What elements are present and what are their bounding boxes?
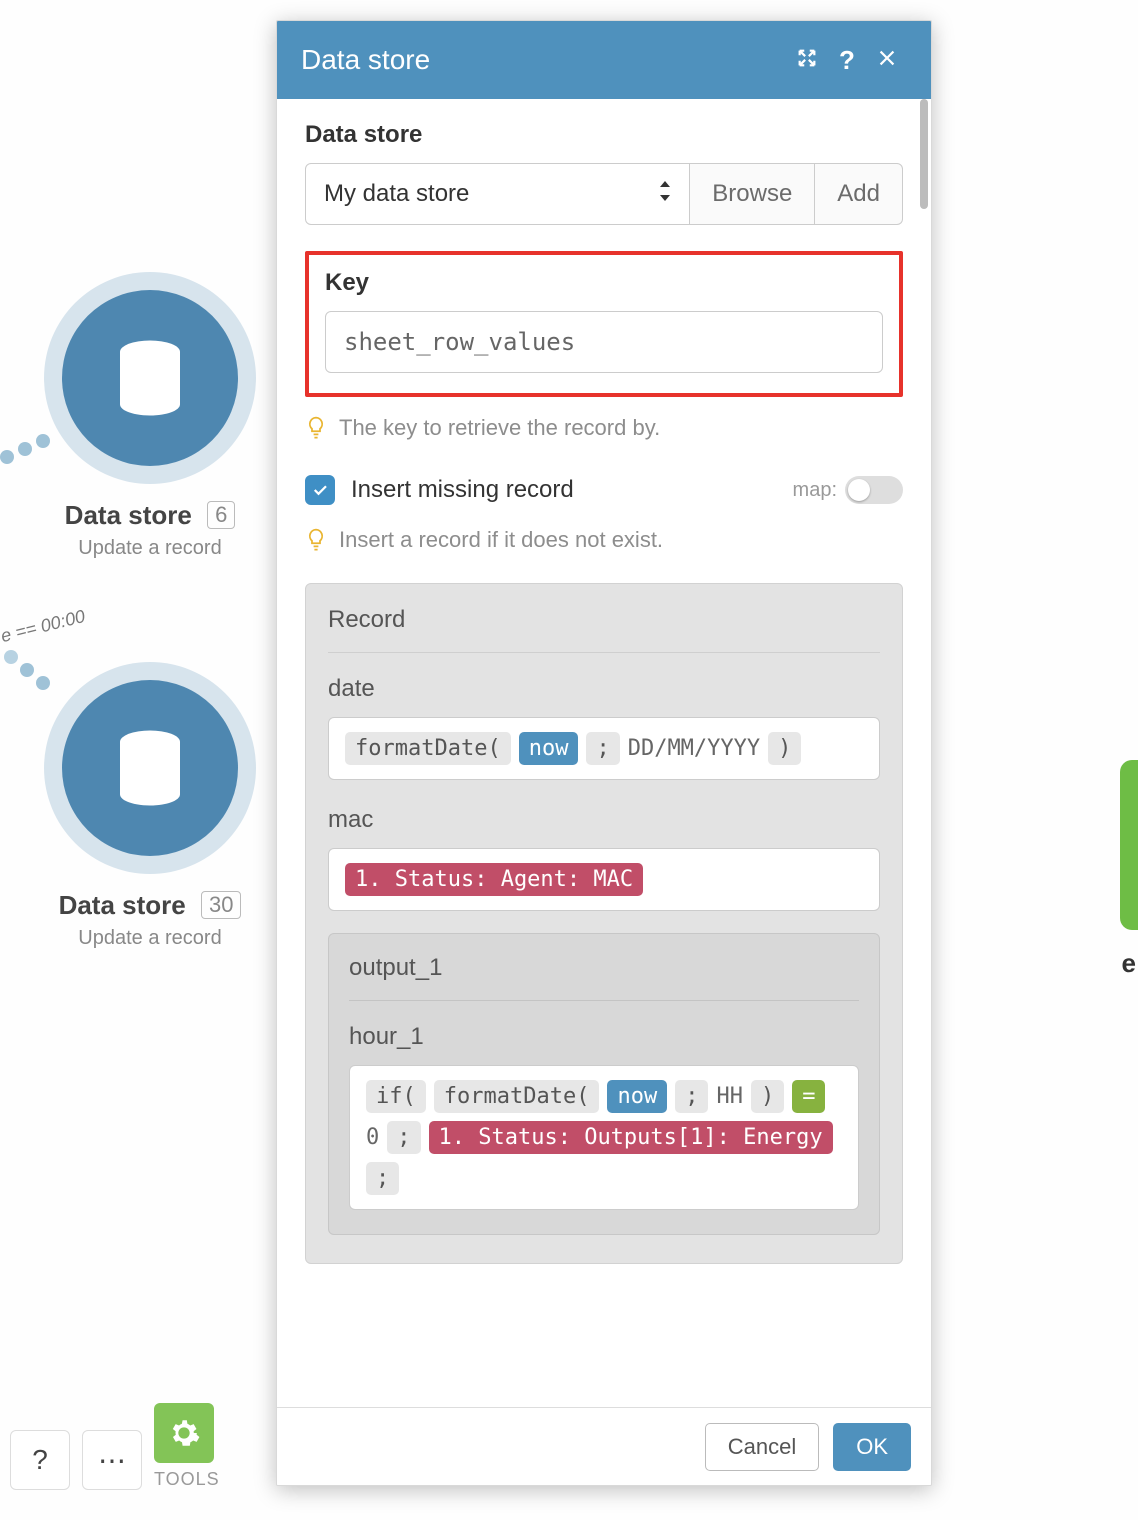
question-icon: ? [32,1444,48,1476]
gear-icon [167,1416,201,1450]
node-data-store-6[interactable]: Data store 6 Update a record [50,290,250,560]
token-fn: ) [768,732,801,765]
bottom-toolbar: ? ⋯ TOOLS [10,1403,220,1490]
check-icon [311,481,329,499]
question-icon: ? [839,45,855,75]
token-sep: ; [366,1162,399,1195]
expand-button[interactable] [787,45,827,76]
node-icon [62,680,238,856]
token-text: DD/MM/YYYY [628,736,760,761]
key-section: Key sheet_row_values [305,251,903,397]
dialog-body: Data store My data store Browse Add Key … [277,99,931,1407]
token-fn: formatDate( [434,1080,600,1113]
help-button[interactable]: ? [10,1430,70,1490]
node-title-text: Data store [59,890,186,920]
data-store-select[interactable]: My data store [305,163,690,225]
mac-label: mac [328,806,880,834]
ok-button[interactable]: OK [833,1423,911,1471]
token-keyword: now [519,732,579,765]
token-sep: ; [675,1080,708,1113]
key-input-value: sheet_row_values [344,328,575,356]
key-hint: The key to retrieve the record by. [305,415,903,441]
data-store-value: My data store [324,180,469,208]
dialog-header: Data store ? [277,21,931,99]
output1-title: output_1 [349,954,859,1001]
node-title-text: Data store [65,500,192,530]
output1-block: output_1 hour_1 if( formatDate( now ; HH… [328,933,880,1235]
close-button[interactable] [867,45,907,76]
map-label: map: [793,479,837,502]
ellipsis-icon: ⋯ [98,1444,126,1477]
node-data-store-30[interactable]: Data store 30 Update a record [50,680,250,950]
date-expression-input[interactable]: formatDate( now ; DD/MM/YYYY ) [328,717,880,780]
tools-label: TOOLS [154,1469,220,1490]
data-store-row: My data store Browse Add [305,163,903,225]
insert-hint: Insert a record if it does not exist. [305,527,903,553]
insert-missing-row: Insert missing record map: [305,475,903,505]
dialog-title: Data store [301,44,787,76]
node-badge: 30 [201,891,241,919]
token-text: 0 [366,1125,379,1150]
node-subtitle: Update a record [50,927,250,950]
browse-button[interactable]: Browse [690,163,815,225]
token-fn: ) [751,1080,784,1113]
map-toggle[interactable] [845,476,903,504]
scrollbar-thumb[interactable] [920,99,928,209]
cancel-button[interactable]: Cancel [705,1423,819,1471]
lightbulb-icon [305,529,327,551]
node-icon [62,290,238,466]
node-title: Data store 30 [50,890,250,921]
side-node-edge [1120,760,1138,930]
token-sep: ; [586,732,619,765]
key-hint-text: The key to retrieve the record by. [339,415,660,441]
token-operator: = [792,1080,825,1113]
hour1-expression-input[interactable]: if( formatDate( now ; HH ) = 0 ; 1. Stat… [349,1065,859,1210]
token-fn: if( [366,1080,426,1113]
tools-button[interactable] [154,1403,214,1463]
add-button[interactable]: Add [815,163,903,225]
insert-missing-label: Insert missing record [351,476,574,504]
database-icon [105,333,195,423]
date-label: date [328,675,880,703]
insert-hint-text: Insert a record if it does not exist. [339,527,663,553]
map-toggle-group: map: [793,476,903,504]
data-store-dialog: Data store ? Data store My data store Br… [276,20,932,1486]
record-block: Record date formatDate( now ; DD/MM/YYYY… [305,583,903,1264]
more-button[interactable]: ⋯ [82,1430,142,1490]
token-text: HH [716,1084,743,1109]
dialog-footer: Cancel OK [277,1407,931,1485]
key-label: Key [325,269,883,297]
hour1-label: hour_1 [349,1023,859,1051]
key-input[interactable]: sheet_row_values [325,311,883,373]
chevron-updown-icon [659,181,671,207]
node-title: Data store 6 [50,500,250,531]
token-variable: 1. Status: Agent: MAC [345,863,643,896]
token-keyword: now [607,1080,667,1113]
data-store-label: Data store [305,121,903,149]
close-icon [876,47,898,69]
node-subtitle: Update a record [50,537,250,560]
mac-expression-input[interactable]: 1. Status: Agent: MAC [328,848,880,911]
filter-label: e == 00:00 [0,606,87,647]
record-title: Record [328,606,880,653]
token-sep: ; [387,1121,420,1154]
expand-icon [796,47,818,69]
help-button[interactable]: ? [827,45,867,76]
token-fn: formatDate( [345,732,511,765]
token-variable: 1. Status: Outputs[1]: Energy [429,1121,833,1154]
insert-missing-checkbox[interactable] [305,475,335,505]
node-badge: 6 [207,501,235,529]
tools-group: TOOLS [154,1403,220,1490]
lightbulb-icon [305,417,327,439]
database-icon [105,723,195,813]
side-letter: e [1122,948,1138,979]
